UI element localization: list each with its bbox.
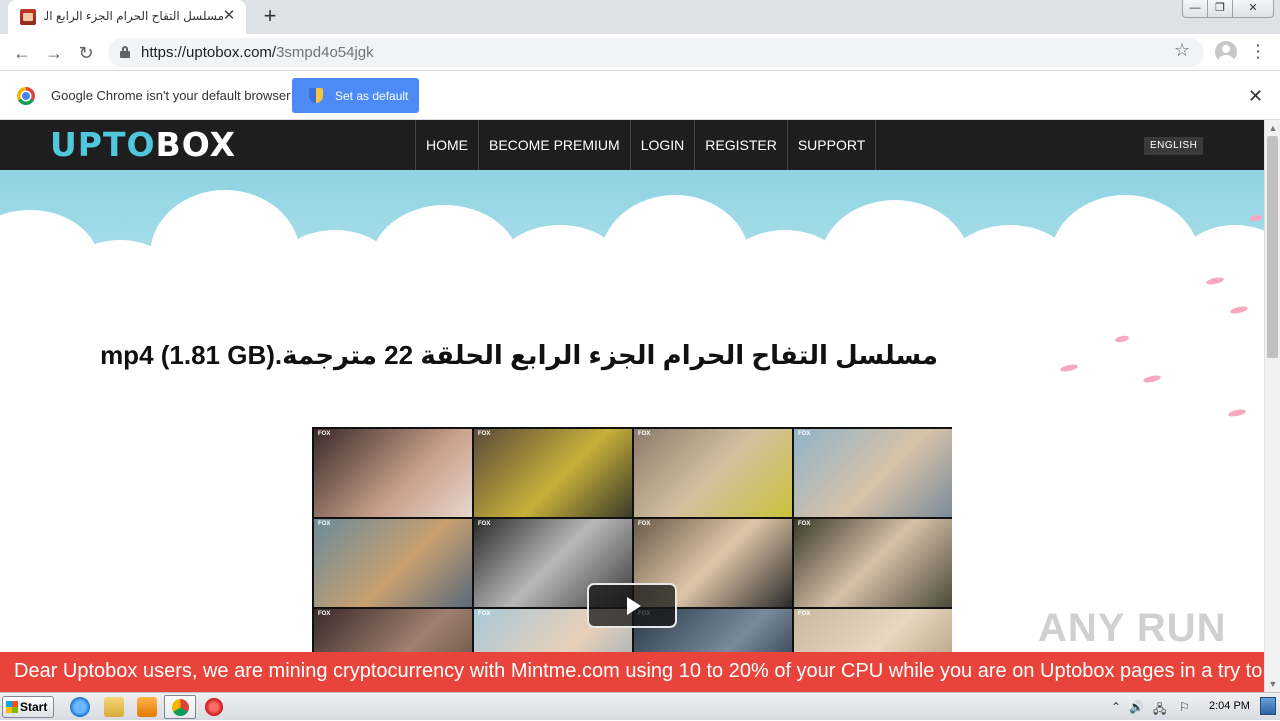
url-host: https://uptobox.com/ xyxy=(141,44,277,61)
window-maximize-button[interactable]: ❐ xyxy=(1207,0,1233,18)
browser-toolbar: ← → ↻ https://uptobox.com/3smpd4o54jgk xyxy=(0,34,1280,71)
page-viewport: UPTOBOX HOME BECOME PREMIUM LOGIN REGIST… xyxy=(0,120,1264,692)
petal-decoration xyxy=(1227,408,1247,418)
petal-decoration xyxy=(1142,374,1162,384)
network-icon[interactable]: 🖧 xyxy=(1153,700,1166,721)
bookmark-star-icon[interactable]: ☆ xyxy=(1174,40,1190,61)
action-center-flag-icon[interactable]: ⚐ xyxy=(1179,700,1190,714)
thumb-channel-tag: FOX xyxy=(318,431,331,437)
thumb-channel-tag: FOX xyxy=(638,521,651,527)
page-scrollbar[interactable]: ▲ ▼ xyxy=(1264,120,1280,692)
thumb-channel-tag: FOX xyxy=(478,431,491,437)
window-close-button[interactable]: ✕ xyxy=(1232,0,1274,18)
browser-menu-icon[interactable]: ⋮ xyxy=(1249,42,1267,60)
video-thumbnail: FOX xyxy=(794,519,952,607)
logo-part-upto: UPTO xyxy=(50,125,156,164)
logo-part-box: BOX xyxy=(155,125,237,164)
uptobox-logo[interactable]: UPTOBOX xyxy=(50,127,236,163)
video-thumbnail: FOX xyxy=(794,429,952,517)
profile-avatar-icon[interactable] xyxy=(1215,41,1237,63)
nav-register[interactable]: REGISTER xyxy=(694,120,787,170)
windows-taskbar: Start ⌃ 🔊 🖧 ⚐ 2:04 PM xyxy=(0,692,1280,720)
site-header: UPTOBOX HOME BECOME PREMIUM LOGIN REGIST… xyxy=(0,120,1264,170)
chrome-logo-icon xyxy=(17,87,35,105)
play-button[interactable] xyxy=(587,583,677,628)
nav-login[interactable]: LOGIN xyxy=(629,120,695,170)
lock-icon[interactable] xyxy=(120,46,130,58)
uac-shield-icon xyxy=(309,88,323,103)
warning-app-icon[interactable] xyxy=(205,698,223,716)
thumb-channel-tag: FOX xyxy=(318,521,331,527)
chrome-taskbar-icon xyxy=(172,699,189,716)
file-explorer-icon[interactable] xyxy=(104,697,124,717)
scroll-down-icon[interactable]: ▼ xyxy=(1265,676,1280,692)
thumb-channel-tag: FOX xyxy=(798,431,811,437)
infobar-message: Google Chrome isn't your default browser xyxy=(51,88,291,103)
cloud-background xyxy=(0,170,1264,300)
petal-decoration xyxy=(1059,363,1079,373)
show-desktop-button[interactable] xyxy=(1260,697,1276,715)
url-path: 3smpd4o54jgk xyxy=(276,44,374,61)
thumb-channel-tag: FOX xyxy=(638,431,651,437)
taskbar-clock[interactable]: 2:04 PM xyxy=(1209,700,1250,712)
new-tab-button[interactable]: + xyxy=(258,5,282,29)
nav-home[interactable]: HOME xyxy=(415,120,478,170)
tab-strip: مسلسل التفاح الحرام الجزء الرابع الحلقة … xyxy=(0,0,1280,34)
nav-support[interactable]: SUPPORT xyxy=(786,120,877,170)
window-minimize-button[interactable]: — xyxy=(1182,0,1208,18)
default-browser-infobar: Google Chrome isn't your default browser… xyxy=(0,72,1280,120)
url-text[interactable]: https://uptobox.com/3smpd4o54jgk xyxy=(141,44,374,61)
petal-decoration xyxy=(1114,334,1130,344)
volume-icon[interactable]: 🔊 xyxy=(1129,700,1144,714)
tray-expand-icon[interactable]: ⌃ xyxy=(1111,700,1121,714)
start-label: Start xyxy=(20,700,48,714)
nav-become-premium[interactable]: BECOME PREMIUM xyxy=(478,120,630,170)
mining-notice-banner: Dear Uptobox users, we are mining crypto… xyxy=(0,652,1264,692)
thumb-channel-tag: FOX xyxy=(798,521,811,527)
windows-logo-icon xyxy=(6,701,18,713)
media-player-icon[interactable] xyxy=(137,697,157,717)
thumb-channel-tag: FOX xyxy=(478,611,491,617)
chrome-taskbar-button[interactable] xyxy=(164,695,196,719)
tab-title: مسلسل التفاح الحرام الجزء الرابع الحلقة … xyxy=(44,9,224,23)
start-button[interactable]: Start xyxy=(2,696,54,718)
address-bar[interactable]: https://uptobox.com/3smpd4o54jgk xyxy=(108,38,1204,67)
video-thumbnail: FOX xyxy=(314,519,472,607)
thumb-channel-tag: FOX xyxy=(478,521,491,527)
internet-explorer-icon[interactable] xyxy=(70,697,90,717)
back-button[interactable]: ← xyxy=(9,40,35,66)
infobar-close-icon[interactable]: ✕ xyxy=(1248,86,1263,107)
thumb-channel-tag: FOX xyxy=(798,611,811,617)
tab-close-icon[interactable]: ✕ xyxy=(220,7,238,25)
scroll-up-icon[interactable]: ▲ xyxy=(1265,120,1280,136)
site-favicon-icon xyxy=(20,9,36,25)
reload-button[interactable]: ↻ xyxy=(73,40,99,66)
language-selector[interactable]: ENGLISH xyxy=(1144,137,1204,155)
forward-button[interactable]: → xyxy=(41,40,67,66)
set-as-default-button[interactable]: Set as default xyxy=(292,78,419,113)
set-as-default-label: Set as default xyxy=(335,89,409,103)
petal-decoration xyxy=(1229,305,1249,315)
browser-tab[interactable]: مسلسل التفاح الحرام الجزء الرابع الحلقة … xyxy=(8,0,246,34)
thumb-channel-tag: FOX xyxy=(318,611,331,617)
scroll-thumb[interactable] xyxy=(1267,136,1278,358)
video-thumbnail: FOX xyxy=(474,429,632,517)
anyrun-watermark: ANY RUN xyxy=(1038,606,1227,650)
video-thumbnail-grid[interactable]: FOX FOX FOX FOX FOX FOX FOX FOX FOX FOX … xyxy=(312,427,952,692)
video-thumbnail: FOX xyxy=(634,429,792,517)
video-thumbnail: FOX xyxy=(314,429,472,517)
file-title: مسلسل التفاح الحرام الجزء الرابع الحلقة … xyxy=(100,340,938,370)
site-nav: HOME BECOME PREMIUM LOGIN REGISTER SUPPO… xyxy=(415,120,877,170)
